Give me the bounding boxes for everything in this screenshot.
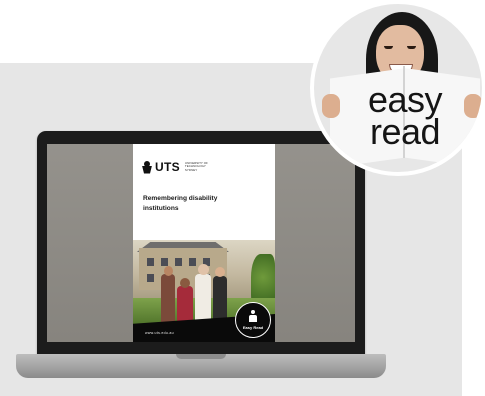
uts-logo-text: UTS — [155, 160, 180, 174]
laptop-screen-frame: UTS UNIVERSITY OF TECHNOLOGY SYDNEY Reme… — [37, 131, 365, 356]
laptop-base — [16, 354, 386, 378]
uts-crest-icon — [142, 160, 152, 174]
easy-read-badge-label: Easy Read — [242, 325, 264, 330]
document-title: Remembering disability institutions — [143, 195, 218, 212]
reader-icon — [249, 310, 257, 322]
easy-read-heading: easy read — [336, 82, 474, 152]
laptop-display: UTS UNIVERSITY OF TECHNOLOGY SYDNEY Reme… — [47, 144, 355, 342]
easy-read-badge: Easy Read — [235, 302, 271, 338]
document-url: www.uts.edu.au — [145, 331, 174, 335]
read-word: read — [369, 111, 441, 152]
easy-read-document-cover[interactable]: UTS UNIVERSITY OF TECHNOLOGY SYDNEY Reme… — [133, 144, 275, 342]
uts-logo-subtext: UNIVERSITY OF TECHNOLOGY SYDNEY — [184, 160, 208, 172]
easy-read-circle-photo: easy read — [310, 0, 485, 176]
uts-logo: UTS UNIVERSITY OF TECHNOLOGY SYDNEY — [142, 159, 215, 175]
